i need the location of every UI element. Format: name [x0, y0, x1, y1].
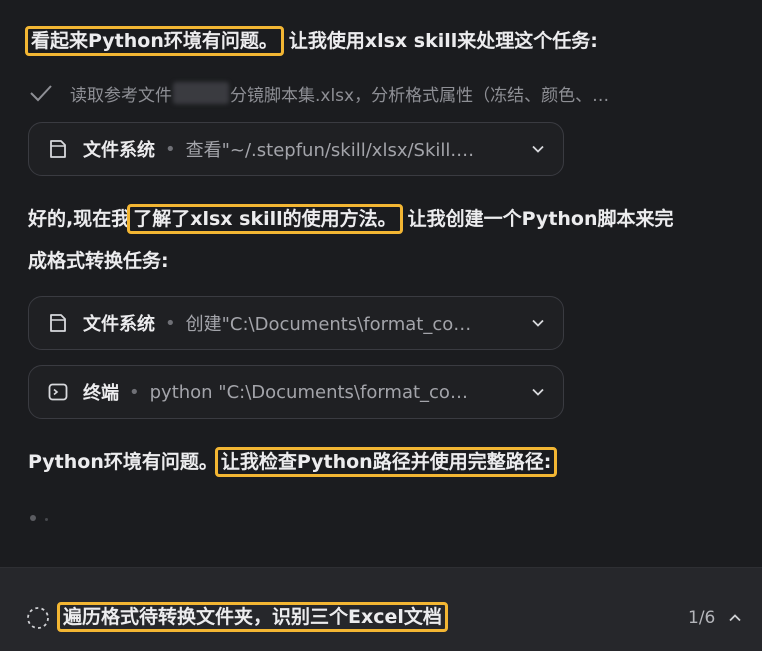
check-icon	[30, 85, 52, 102]
separator-dot: •	[165, 138, 176, 160]
tool-name: 文件系统	[83, 140, 155, 161]
tool-detail: python "C:\Documents\format_co…	[149, 381, 468, 403]
message-text: 让我使用xlsx skill来处理这个任务:	[288, 30, 598, 52]
message-text: 让我创建一个Python脚本来完	[407, 208, 674, 230]
chevron-down-icon[interactable]	[531, 316, 545, 330]
assistant-message-2-line-2: 成格式转换任务:	[28, 250, 169, 272]
terminal-icon	[48, 383, 68, 401]
loading-indicator	[30, 515, 36, 521]
assistant-message-1: 看起来Python环境有问题。 让我使用xlsx skill来处理这个任务:	[25, 24, 598, 58]
assistant-message-3: Python环境有问题。 让我检查Python路径并使用完整路径:	[28, 445, 558, 479]
tool-name: 文件系统	[83, 314, 155, 335]
separator-dot: •	[129, 381, 140, 403]
chevron-up-icon[interactable]	[728, 611, 742, 625]
message-text: 好的,现在我	[28, 208, 131, 230]
loading-indicator	[45, 518, 48, 521]
tool-detail: 创建"C:\Documents\format_co…	[185, 314, 472, 335]
tool-card-filesystem-view[interactable]: 文件系统 • 查看"~/.stepfun/skill/xlsx/Skill.…	[28, 122, 564, 176]
assistant-message-2: 好的,现在我 了解了xlsx skill的使用方法。 让我创建一个Python脚本来…	[28, 202, 674, 236]
highlighted-text: 遍历格式待转换文件夹，识别三个Excel文档	[57, 602, 448, 632]
tool-card-filesystem-create[interactable]: 文件系统 • 创建"C:\Documents\format_co…	[28, 296, 564, 350]
tool-name: 终端	[83, 383, 119, 404]
chevron-down-icon[interactable]	[531, 385, 545, 399]
spinner-icon	[27, 607, 49, 629]
step-text-before: 读取参考文件	[70, 85, 172, 106]
chat-panel: 看起来Python环境有问题。 让我使用xlsx skill来处理这个任务: 读取…	[0, 0, 762, 651]
file-icon	[50, 314, 66, 332]
step-text-after: 分镜脚本集.xlsx，分析格式属性（冻结、颜色、…	[230, 85, 610, 106]
completed-step: 读取参考文件 分镜脚本集.xlsx，分析格式属性（冻结、颜色、…	[28, 78, 609, 108]
redacted-filename	[173, 82, 229, 104]
task-counter: 1/6	[688, 608, 716, 628]
highlighted-text: 看起来Python环境有问题。	[25, 26, 284, 56]
separator-dot: •	[165, 312, 176, 334]
highlighted-text: 了解了xlsx skill的使用方法。	[127, 204, 403, 234]
highlighted-text: 让我检查Python路径并使用完整路径:	[214, 447, 558, 477]
message-text: Python环境有问题。	[28, 451, 218, 473]
chevron-down-icon[interactable]	[531, 142, 545, 156]
tool-detail: 查看"~/.stepfun/skill/xlsx/Skill.…	[185, 140, 475, 161]
tool-card-terminal[interactable]: 终端 • python "C:\Documents\format_co…	[28, 365, 564, 419]
current-task: 遍历格式待转换文件夹，识别三个Excel文档	[57, 601, 448, 633]
file-icon	[50, 140, 66, 158]
